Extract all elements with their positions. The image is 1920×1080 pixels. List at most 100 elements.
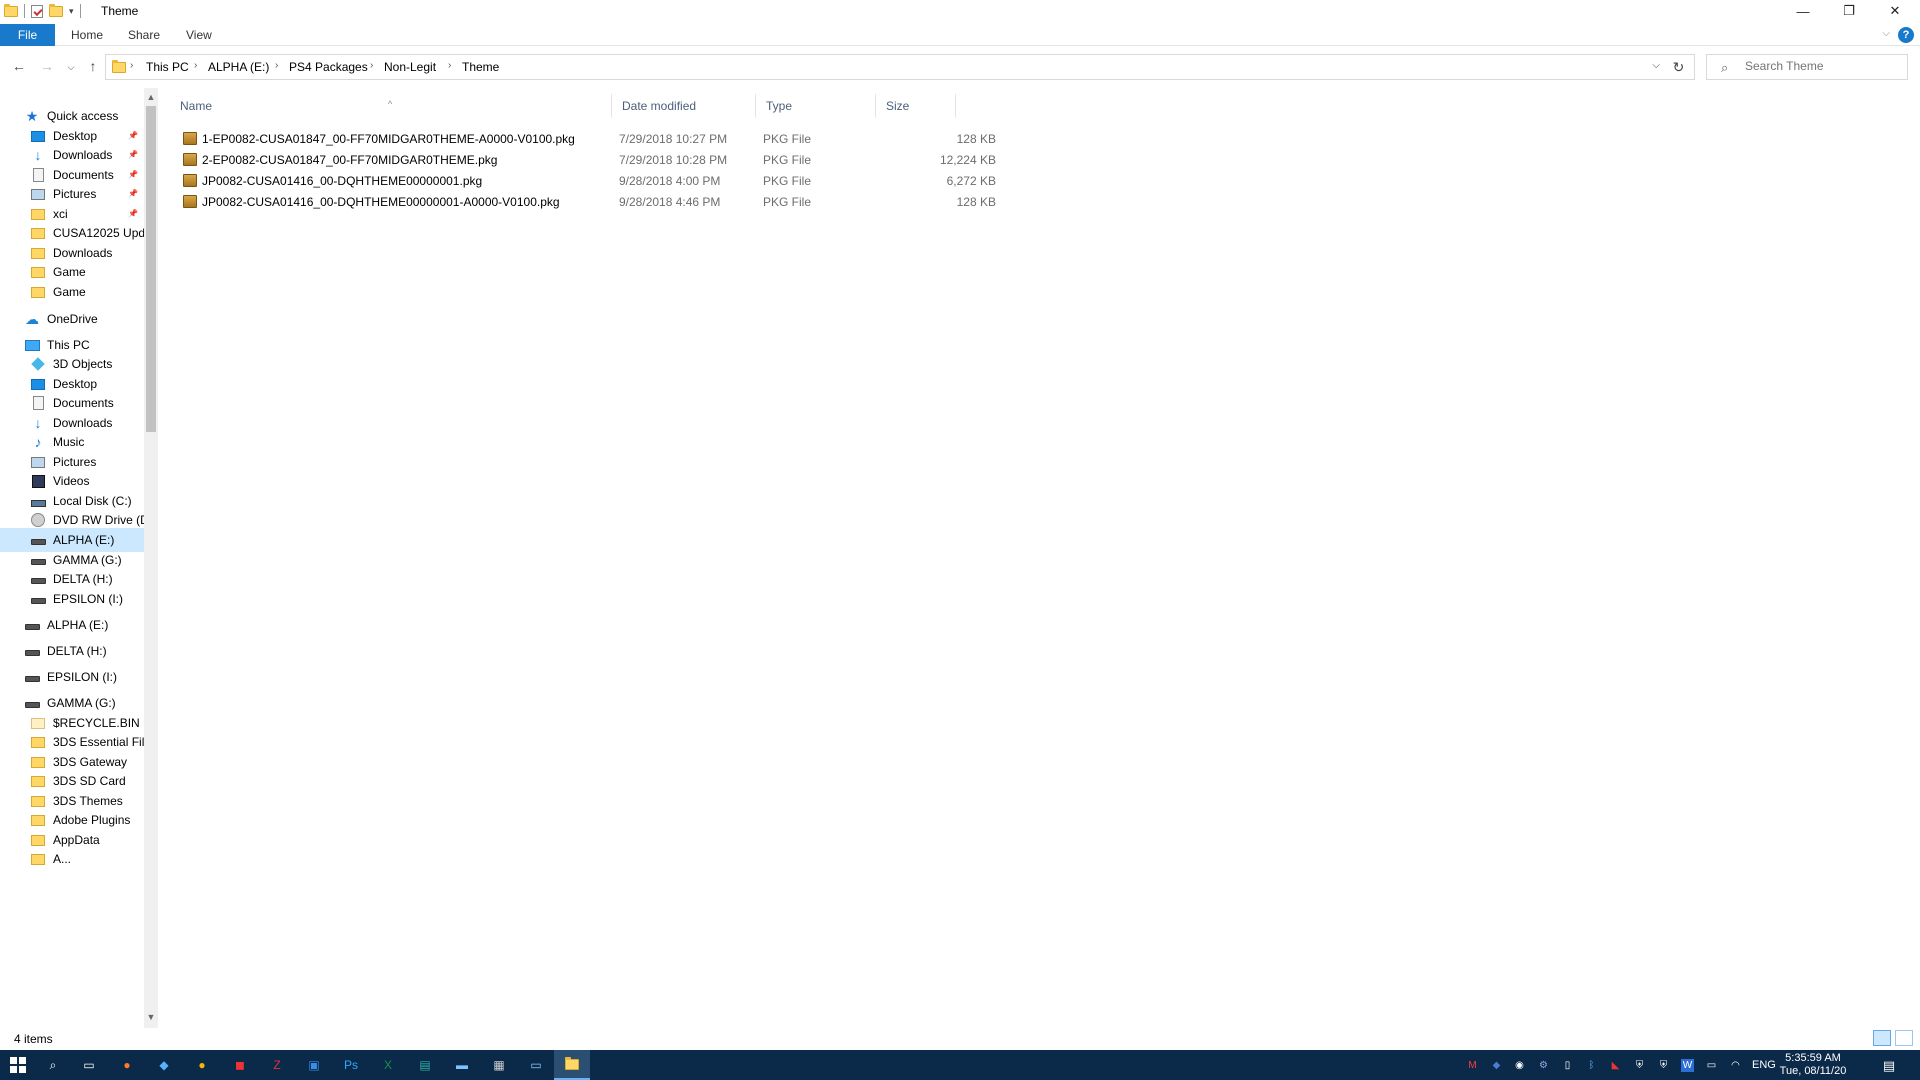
file-date-modified: 7/29/2018 10:28 PM <box>619 153 728 167</box>
sidebar-item-label: OneDrive <box>47 312 98 326</box>
tab-home[interactable]: Home <box>57 24 117 46</box>
security-shield-tray-icon[interactable]: ⛨ <box>1633 1059 1646 1072</box>
terminal-icon[interactable]: ▤ <box>415 1055 435 1075</box>
column-header-date-modified[interactable]: Date modified <box>612 94 756 118</box>
excel-icon[interactable]: X <box>378 1055 398 1075</box>
sidebar-item-onedrive[interactable]: ☁ OneDrive <box>24 307 98 331</box>
display-app-icon[interactable]: ▭ <box>526 1055 546 1075</box>
package-file-icon <box>183 153 197 166</box>
filezilla-icon[interactable]: Z <box>267 1055 287 1075</box>
input-language[interactable]: ENG <box>1752 1059 1776 1071</box>
defender-tray-icon[interactable]: ⛨ <box>1657 1059 1670 1072</box>
sidebar-item-epsilon-i[interactable]: EPSILON (I:) <box>24 665 117 689</box>
sidebar-item-alpha-e[interactable]: ALPHA (E:) <box>24 613 108 637</box>
folder-icon <box>30 832 46 848</box>
word-tray-icon[interactable]: W <box>1681 1059 1694 1072</box>
breadcrumb-separator-icon[interactable]: › <box>448 60 451 71</box>
breadcrumb-theme[interactable]: Theme <box>462 60 499 74</box>
title-bar: ▾ Theme — ❐ ✕ <box>0 0 1920 22</box>
folder-icon <box>30 284 46 300</box>
file-explorer-taskbar-icon[interactable] <box>554 1050 590 1080</box>
downloads-icon: ↓ <box>34 147 42 163</box>
antivirus-tray-icon[interactable]: M <box>1466 1059 1479 1072</box>
file-row[interactable]: 1-EP0082-CUSA01847_00-FF70MIDGAR0THEME-A… <box>170 129 996 150</box>
drive-icon <box>30 552 46 568</box>
network-app-tray-icon[interactable]: ◆ <box>1490 1059 1503 1072</box>
file-row[interactable]: JP0082-CUSA01416_00-DQHTHEME00000001-A00… <box>170 192 996 213</box>
dvd-drive-icon <box>30 512 46 528</box>
new-folder-icon[interactable] <box>49 3 63 17</box>
properties-icon[interactable] <box>31 4 43 18</box>
help-icon[interactable]: ? <box>1898 27 1914 43</box>
sidebar-item-a[interactable]: A... <box>30 847 71 871</box>
graphics-tray-icon[interactable]: ◣ <box>1609 1059 1622 1072</box>
file-date-modified: 9/28/2018 4:00 PM <box>619 174 721 188</box>
usb-tray-icon[interactable]: ▯ <box>1561 1059 1574 1072</box>
close-button[interactable]: ✕ <box>1872 0 1918 22</box>
tab-file[interactable]: File <box>0 24 55 46</box>
expand-ribbon-chevron-icon[interactable]: ⌵ <box>1882 28 1890 39</box>
customize-toolbar-chevron-icon[interactable]: ▾ <box>69 6 74 17</box>
tab-view[interactable]: View <box>172 24 226 46</box>
drive-icon <box>30 591 46 607</box>
address-bar[interactable]: › This PC › ALPHA (E:) › PS4 Packages › … <box>105 54 1695 80</box>
restore-button[interactable]: ❐ <box>1826 0 1872 22</box>
updater-tray-icon[interactable]: ⚙ <box>1537 1059 1550 1072</box>
breadcrumb-separator-icon[interactable]: › <box>194 60 197 71</box>
breadcrumb-ps4-packages[interactable]: PS4 Packages <box>289 60 368 74</box>
pc-icon <box>24 337 40 353</box>
calculator-icon[interactable]: ▦ <box>489 1055 509 1075</box>
sidebar-item-label: DELTA (H:) <box>47 644 107 658</box>
action-center-icon[interactable]: ▤ <box>1880 1058 1898 1073</box>
task-view-icon[interactable]: ▭ <box>79 1055 99 1075</box>
search-icon[interactable]: ⌕ <box>43 1055 63 1075</box>
sidebar-item-delta-h[interactable]: DELTA (H:) <box>24 639 107 663</box>
recent-locations-chevron-icon[interactable]: ⌵ <box>60 62 82 73</box>
photoshop-icon[interactable]: Ps <box>341 1055 361 1075</box>
clock[interactable]: 5:35:59 AM Tue, 08/11/20 <box>1778 1052 1848 1078</box>
battery-tray-icon[interactable]: ▭ <box>1705 1059 1718 1072</box>
folder-icon <box>30 773 46 789</box>
bluetooth-tray-icon[interactable]: ᛒ <box>1585 1059 1598 1072</box>
pictures-icon <box>30 186 46 202</box>
search-box[interactable]: ⌕ <box>1706 54 1908 80</box>
scroll-down-arrow-icon[interactable]: ▼ <box>146 1012 156 1022</box>
breadcrumb-separator-icon[interactable]: › <box>275 60 278 71</box>
monitor-icon[interactable]: ▬ <box>452 1055 472 1075</box>
messenger-icon[interactable]: ◆ <box>154 1055 174 1075</box>
large-icons-view-icon[interactable] <box>1895 1030 1913 1046</box>
start-windows-icon[interactable] <box>8 1055 28 1075</box>
firefox-icon[interactable]: ● <box>117 1055 137 1075</box>
column-header-size[interactable]: Size <box>876 94 956 118</box>
breadcrumb-alpha-drive[interactable]: ALPHA (E:) <box>208 60 269 74</box>
steam-tray-icon[interactable]: ◉ <box>1513 1059 1526 1072</box>
file-row[interactable]: 2-EP0082-CUSA01847_00-FF70MIDGAR0THEME.p… <box>170 150 996 171</box>
breadcrumb-separator-icon[interactable]: › <box>370 60 373 71</box>
breadcrumb-non-legit[interactable]: Non-Legit <box>384 60 436 74</box>
toolbar-divider <box>79 4 81 18</box>
column-header-type[interactable]: Type <box>756 94 876 118</box>
sidebar-item-game[interactable]: Game <box>30 280 86 304</box>
forward-arrow-icon[interactable]: → <box>36 58 58 74</box>
sidebar-scrollbar-thumb[interactable] <box>146 106 156 432</box>
pictures-icon <box>30 454 46 470</box>
back-arrow-icon[interactable]: ← <box>8 58 30 74</box>
column-header-name-label: Name <box>180 99 213 113</box>
address-dropdown-chevron-icon[interactable]: ⌵ <box>1652 60 1660 71</box>
package-file-icon <box>183 195 197 208</box>
scroll-up-arrow-icon[interactable]: ▲ <box>146 92 156 102</box>
chrome-icon[interactable]: ● <box>192 1055 212 1075</box>
sidebar-item-epsilon-i[interactable]: EPSILON (I:) <box>30 587 123 611</box>
minimize-button[interactable]: — <box>1780 0 1826 22</box>
details-view-icon[interactable] <box>1873 1030 1891 1046</box>
breadcrumb-this-pc[interactable]: This PC <box>146 60 189 74</box>
remote-desktop-icon[interactable]: ▣ <box>304 1055 324 1075</box>
tab-share[interactable]: Share <box>114 24 174 46</box>
column-header-name[interactable]: Name ^ <box>170 94 612 118</box>
file-row[interactable]: JP0082-CUSA01416_00-DQHTHEME00000001.pkg… <box>170 171 996 192</box>
game-app-icon[interactable]: ◼ <box>230 1055 250 1075</box>
up-arrow-icon[interactable]: ↑ <box>82 58 104 74</box>
breadcrumb-separator-icon[interactable]: › <box>130 60 133 71</box>
refresh-button[interactable]: ↻ <box>1663 54 1695 80</box>
search-input[interactable] <box>1745 59 1895 73</box>
